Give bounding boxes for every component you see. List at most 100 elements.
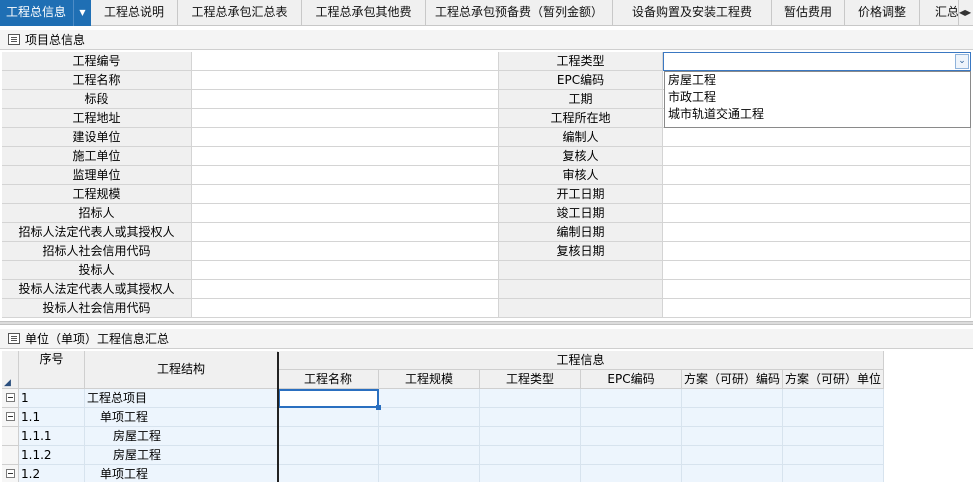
structure-cell[interactable]: 单项工程 (85, 465, 278, 482)
option-building[interactable]: 房屋工程 (665, 72, 970, 89)
info-cell[interactable] (480, 446, 581, 465)
info-cell[interactable] (682, 427, 783, 446)
info-cell[interactable] (379, 408, 480, 427)
structure-cell[interactable]: 房屋工程 (85, 446, 278, 465)
field-value[interactable] (192, 204, 499, 223)
tab-epc-contingency[interactable]: 工程总承包预备费（暂列金额） (426, 0, 613, 26)
info-cell[interactable] (581, 389, 682, 408)
info-cell[interactable] (682, 465, 783, 482)
column-header[interactable]: 方案（可研）编码 (682, 370, 783, 389)
field-value-2[interactable] (663, 280, 971, 299)
field-value[interactable] (192, 185, 499, 204)
field-value[interactable] (192, 242, 499, 261)
field-value[interactable] (192, 280, 499, 299)
field-value[interactable] (192, 128, 499, 147)
seq-cell[interactable]: 1.1.1 (19, 427, 85, 446)
option-municipal[interactable]: 市政工程 (665, 89, 970, 106)
column-header[interactable]: 方案（可研）单位 (783, 370, 884, 389)
info-cell[interactable] (581, 446, 682, 465)
info-cell[interactable] (278, 446, 379, 465)
field-value[interactable] (192, 109, 499, 128)
info-cell[interactable] (783, 427, 884, 446)
column-header[interactable]: EPC编码 (581, 370, 682, 389)
header-structure[interactable]: 工程结构 (85, 351, 278, 389)
field-value-2[interactable] (663, 185, 971, 204)
info-cell[interactable] (379, 389, 480, 408)
info-cell[interactable] (379, 427, 480, 446)
field-value-2[interactable] (663, 128, 971, 147)
field-value[interactable] (192, 261, 499, 280)
row-header[interactable] (2, 465, 19, 482)
table-row[interactable]: 1.1.2 房屋工程 (2, 446, 884, 465)
info-cell[interactable] (581, 408, 682, 427)
tab-epc-other-fees[interactable]: 工程总承包其他费 (302, 0, 426, 26)
tab-caret-down-icon[interactable]: ▼ (73, 0, 91, 26)
scroll-right-icon[interactable]: ▶ (965, 5, 971, 21)
structure-cell[interactable]: 单项工程 (85, 408, 278, 427)
tab-equipment-install[interactable]: 设备购置及安装工程费 (613, 0, 772, 26)
table-row[interactable]: 1.2 单项工程 (2, 465, 884, 482)
tab-epc-summary[interactable]: 工程总承包汇总表 (178, 0, 302, 26)
info-cell[interactable] (682, 446, 783, 465)
tab-provisional-fees[interactable]: 暂估费用 (772, 0, 845, 26)
info-cell[interactable] (581, 427, 682, 446)
info-cell[interactable] (682, 389, 783, 408)
table-row[interactable]: 1.1.1 房屋工程 (2, 427, 884, 446)
chevron-down-icon[interactable]: ⌄ (955, 54, 969, 69)
field-value-2[interactable] (663, 147, 971, 166)
seq-cell[interactable]: 1 (19, 389, 85, 408)
field-value[interactable] (192, 166, 499, 185)
info-cell[interactable] (480, 389, 581, 408)
collapse-icon[interactable] (6, 393, 15, 402)
info-cell[interactable] (278, 408, 379, 427)
info-cell[interactable] (783, 465, 884, 482)
field-value-2[interactable] (663, 166, 971, 185)
collapse-icon[interactable] (6, 412, 15, 421)
field-value-2[interactable] (663, 299, 971, 318)
tab-project-info[interactable]: 工程总信息 ▼ (0, 0, 91, 26)
info-cell[interactable] (480, 427, 581, 446)
field-value-2[interactable] (663, 204, 971, 223)
tab-price-adjustment[interactable]: 价格调整 (845, 0, 920, 26)
info-cell[interactable] (783, 408, 884, 427)
tab-summary[interactable]: 汇总 (920, 0, 959, 26)
info-cell[interactable] (278, 465, 379, 482)
tab-project-description[interactable]: 工程总说明 (91, 0, 178, 26)
structure-cell[interactable]: 工程总项目 (85, 389, 278, 408)
field-value[interactable] (192, 71, 499, 90)
selected-cell[interactable] (278, 389, 379, 408)
field-value[interactable] (192, 52, 499, 71)
table-row[interactable]: 1.1 单项工程 (2, 408, 884, 427)
info-cell[interactable] (783, 446, 884, 465)
structure-cell[interactable]: 房屋工程 (85, 427, 278, 446)
option-urban-rail[interactable]: 城市轨道交通工程 (665, 106, 970, 123)
column-header[interactable]: 工程名称 (278, 370, 379, 389)
table-corner[interactable]: ◢ (2, 351, 19, 389)
field-value[interactable] (192, 90, 499, 109)
info-cell[interactable] (480, 408, 581, 427)
row-header[interactable] (2, 389, 19, 408)
seq-cell[interactable]: 1.1 (19, 408, 85, 427)
field-value[interactable] (192, 299, 499, 318)
seq-cell[interactable]: 1.2 (19, 465, 85, 482)
row-header[interactable] (2, 446, 19, 465)
field-value-2[interactable] (663, 261, 971, 280)
field-value-2[interactable] (663, 242, 971, 261)
header-seq[interactable]: 序号 (19, 351, 85, 389)
panel-splitter[interactable] (0, 321, 973, 325)
info-cell[interactable] (682, 408, 783, 427)
row-header[interactable] (2, 427, 19, 446)
table-row[interactable]: 1 工程总项目 (2, 389, 884, 408)
fill-handle[interactable] (376, 405, 381, 410)
row-header[interactable] (2, 408, 19, 427)
info-cell[interactable] (783, 389, 884, 408)
field-value-2[interactable] (663, 223, 971, 242)
info-cell[interactable] (379, 465, 480, 482)
collapse-icon[interactable] (6, 469, 15, 478)
column-header[interactable]: 工程规模 (379, 370, 480, 389)
info-cell[interactable] (379, 446, 480, 465)
project-type-select[interactable]: ⌄ (663, 52, 971, 71)
info-cell[interactable] (480, 465, 581, 482)
column-header[interactable]: 工程类型 (480, 370, 581, 389)
info-cell[interactable] (581, 465, 682, 482)
